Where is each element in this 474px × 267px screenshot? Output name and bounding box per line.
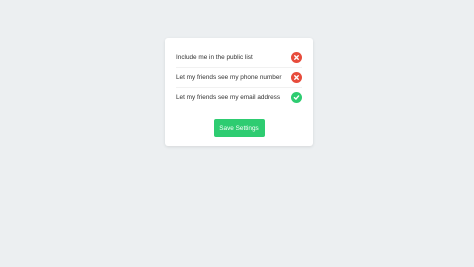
- setting-row-public-list: Include me in the public list: [176, 48, 302, 67]
- setting-row-email-address: Let my friends see my email address: [176, 87, 302, 107]
- setting-row-phone-number: Let my friends see my phone number: [176, 67, 302, 87]
- card-actions: Save Settings: [176, 119, 302, 137]
- settings-card: Include me in the public list Let my fri…: [165, 38, 313, 146]
- setting-label-public-list: Include me in the public list: [176, 54, 253, 61]
- check-circle-icon[interactable]: [291, 92, 302, 103]
- setting-label-email-address: Let my friends see my email address: [176, 94, 281, 101]
- setting-label-phone-number: Let my friends see my phone number: [176, 74, 282, 81]
- x-circle-icon[interactable]: [291, 72, 302, 83]
- save-settings-button[interactable]: Save Settings: [213, 119, 265, 137]
- x-circle-icon[interactable]: [291, 52, 302, 63]
